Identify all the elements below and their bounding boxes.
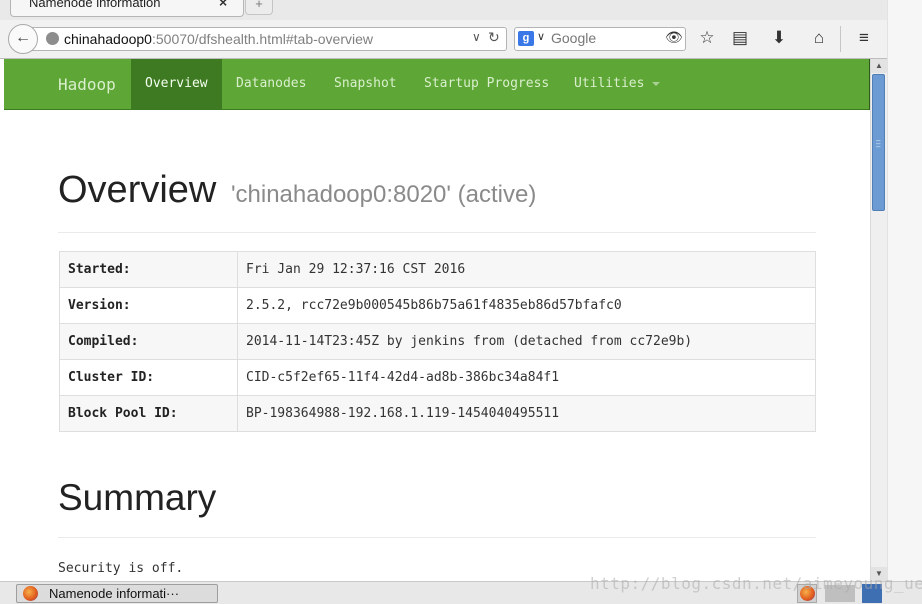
security-status: Security is off.	[58, 561, 184, 576]
hadoop-navbar: Hadoop Overview Datanodes Snapshot Start…	[4, 59, 870, 110]
search-input[interactable]	[551, 29, 661, 47]
address-bar[interactable]: chinahadoop0:50070/dfshealth.html#tab-ov…	[32, 27, 507, 51]
table-row: Compiled: 2014-11-14T23:45Z by jenkins f…	[59, 323, 816, 360]
browser-tab-namenode[interactable]: Namenode information ×	[10, 0, 244, 17]
google-icon[interactable]: g	[518, 31, 534, 46]
chevron-down-icon[interactable]: ∨	[537, 30, 545, 43]
browser-tab-title: Namenode information	[29, 0, 161, 10]
overview-divider	[58, 232, 816, 233]
row-value: CID-c5f2ef65-11f4-42d4-ad8b-386bc34a84f1	[237, 359, 816, 396]
summary-divider	[58, 537, 816, 538]
row-key: Compiled:	[59, 323, 238, 360]
binoculars-icon[interactable]: 👁	[665, 29, 683, 46]
row-value: BP-198364988-192.168.1.119-1454040495511	[237, 395, 816, 432]
grip-icon: – – –	[876, 136, 881, 151]
table-row: Block Pool ID: BP-198364988-192.168.1.11…	[59, 395, 816, 432]
overview-title: Overview	[58, 169, 217, 211]
table-row: Started: Fri Jan 29 12:37:16 CST 2016	[59, 251, 816, 288]
nav-tab-utilities-label: Utilities	[574, 76, 645, 91]
chevron-down-icon[interactable]: ∨	[472, 30, 481, 44]
globe-icon	[46, 32, 59, 45]
hadoop-brand[interactable]: Hadoop	[58, 59, 116, 110]
star-icon[interactable]: ☆	[695, 26, 719, 50]
row-value: 2.5.2, rcc72e9b000545b86b75a61f4835eb86d…	[237, 287, 816, 324]
download-icon[interactable]: ⬇	[767, 26, 791, 50]
scroll-up-arrow-icon[interactable]: ▲	[871, 59, 887, 73]
vertical-scrollbar[interactable]: ▲ – – – ▼	[870, 59, 887, 581]
close-icon[interactable]: ×	[219, 0, 227, 10]
watermark-text: http://blog.csdn.net/aimeyoung_ue	[590, 574, 922, 593]
bookmarks-icon[interactable]: ▤	[728, 26, 752, 50]
namenode-address: 'chinahadoop0:8020' (active)	[230, 181, 537, 208]
row-value: 2014-11-14T23:45Z by jenkins from (detac…	[237, 323, 816, 360]
search-bar[interactable]: g ∨ 👁	[514, 27, 686, 51]
home-icon[interactable]: ⌂	[807, 26, 831, 50]
overview-table: Started: Fri Jan 29 12:37:16 CST 2016 Ve…	[59, 251, 816, 432]
new-tab-button[interactable]: +	[245, 0, 273, 15]
nav-tab-overview[interactable]: Overview	[131, 59, 222, 109]
summary-heading: Summary	[58, 477, 217, 518]
browser-toolbar: chinahadoop0:50070/dfshealth.html#tab-ov…	[0, 20, 922, 59]
caret-down-icon	[652, 81, 661, 86]
nav-tab-utilities[interactable]: Utilities	[574, 59, 661, 109]
arrow-left-icon: ←	[15, 29, 31, 46]
scrollbar-thumb[interactable]: – – –	[872, 74, 885, 211]
row-key: Cluster ID:	[59, 359, 238, 396]
taskbar-window-button[interactable]: Namenode informati···	[16, 584, 218, 603]
nav-tab-snapshot[interactable]: Snapshot	[334, 59, 397, 109]
overview-heading: Overview 'chinahadoop0:8020' (active)	[58, 169, 536, 212]
url-text[interactable]: chinahadoop0:50070/dfshealth.html#tab-ov…	[64, 31, 373, 47]
browser-tab-strip: Namenode information × +	[0, 0, 922, 20]
menu-icon[interactable]: ≡	[852, 26, 876, 50]
nav-tab-datanodes[interactable]: Datanodes	[236, 59, 306, 109]
window-edge	[887, 0, 922, 604]
row-value: Fri Jan 29 12:37:16 CST 2016	[237, 251, 816, 288]
taskbar-window-label: Namenode informati···	[49, 586, 180, 601]
url-host: chinahadoop0	[64, 31, 152, 47]
back-button[interactable]: ←	[8, 24, 38, 54]
table-row: Cluster ID: CID-c5f2ef65-11f4-42d4-ad8b-…	[59, 359, 816, 396]
table-row: Version: 2.5.2, rcc72e9b000545b86b75a61f…	[59, 287, 816, 324]
row-key: Block Pool ID:	[59, 395, 238, 432]
url-path: :50070/dfshealth.html#tab-overview	[151, 31, 374, 47]
page-viewport: Hadoop Overview Datanodes Snapshot Start…	[4, 59, 870, 581]
toolbar-separator	[840, 26, 841, 52]
firefox-icon	[23, 586, 38, 601]
row-key: Started:	[59, 251, 238, 288]
nav-tab-startup-progress[interactable]: Startup Progress	[424, 59, 549, 109]
reload-icon[interactable]: ↻	[488, 29, 500, 46]
screen: Namenode information × + chinahadoop0:50…	[0, 0, 922, 604]
row-key: Version:	[59, 287, 238, 324]
